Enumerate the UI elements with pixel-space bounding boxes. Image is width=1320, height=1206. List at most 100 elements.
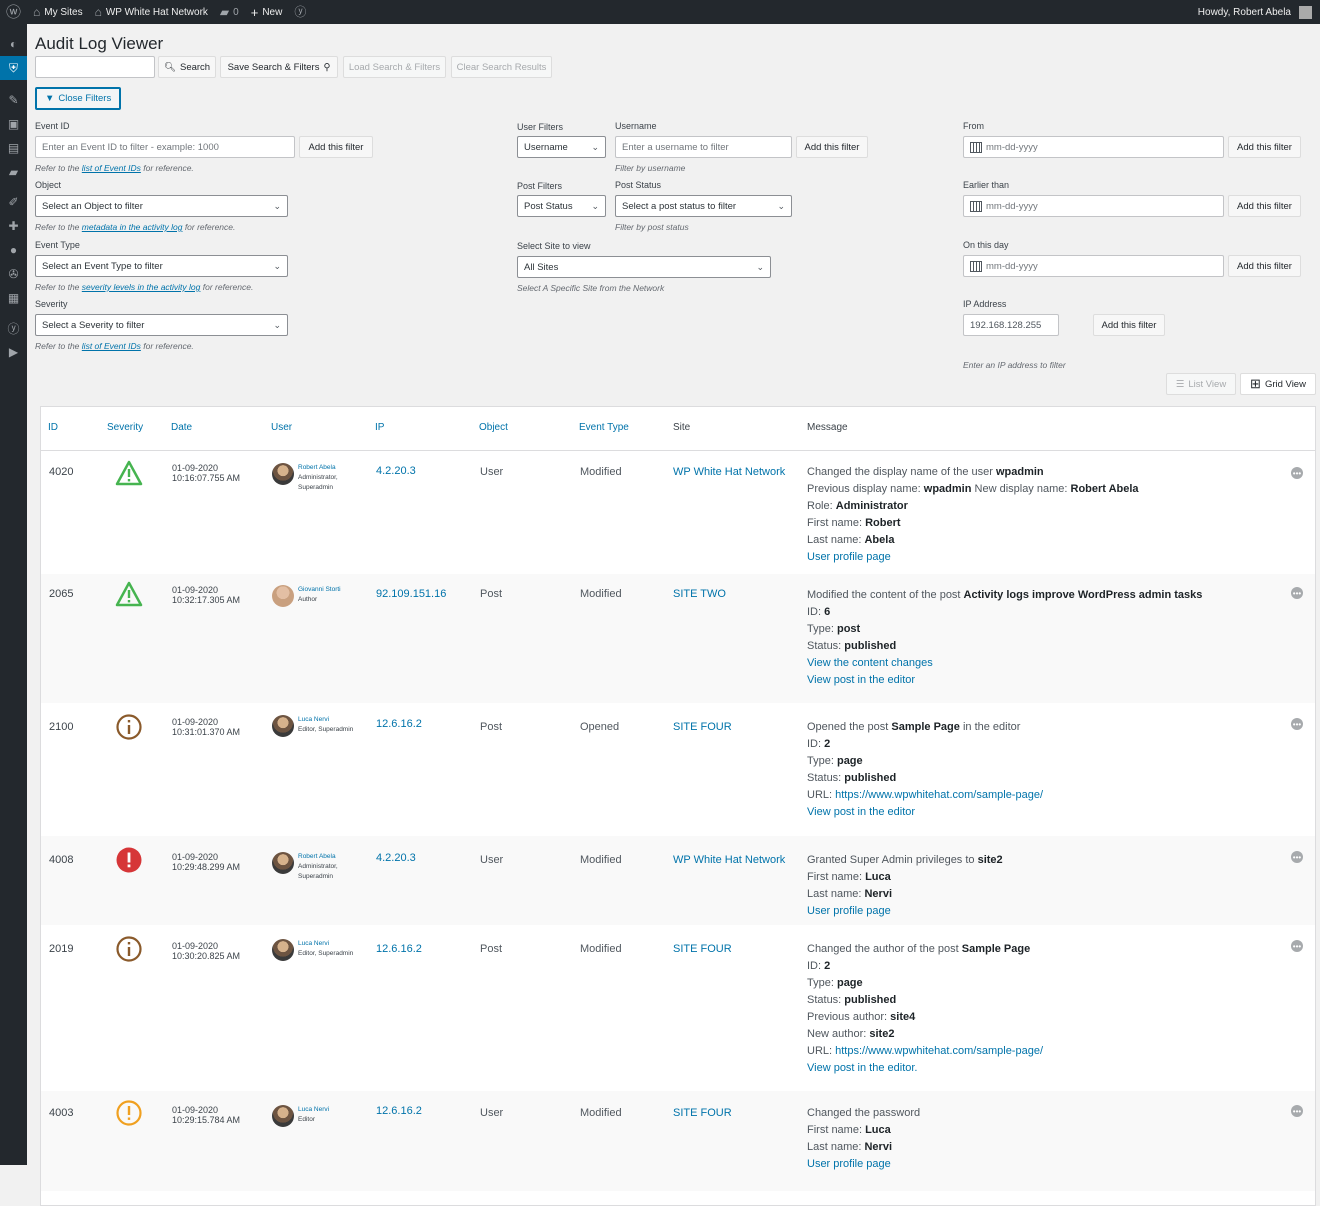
appearance-icon[interactable]: ✐ — [0, 190, 27, 214]
add-username-filter-button[interactable]: Add this filter — [796, 136, 868, 158]
user-filter-select[interactable]: Username ⌄ — [517, 136, 606, 158]
grid-view-label: Grid View — [1264, 378, 1306, 390]
add-event-id-filter-button[interactable]: Add this filter — [299, 136, 373, 158]
more-options-icon[interactable]: ••• — [1291, 467, 1303, 479]
grid-view-button[interactable]: ⊞ Grid View — [1240, 373, 1316, 395]
more-options-icon[interactable]: ••• — [1291, 1105, 1303, 1117]
post-url-link[interactable]: https://www.wpwhitehat.com/sample-page/ — [835, 1045, 1043, 1057]
new-label: New — [262, 6, 283, 18]
user-profile-link[interactable]: User profile page — [807, 903, 1003, 920]
object-select[interactable]: Select an Object to filter ⌄ — [35, 195, 288, 217]
add-ip-filter-button[interactable]: Add this filter — [1093, 314, 1165, 336]
search-settings-icon: ⚲ — [323, 61, 331, 73]
posts-icon[interactable]: ✎ — [0, 88, 27, 112]
event-site-link[interactable]: SITE FOUR — [673, 943, 732, 955]
comments-icon[interactable]: ▰ — [0, 160, 27, 184]
wordpress-logo-icon[interactable]: ⓦ — [0, 0, 27, 24]
more-options-icon[interactable]: ••• — [1291, 851, 1303, 863]
pages-icon[interactable]: ▤ — [0, 136, 27, 160]
event-ip-link[interactable]: 4.2.20.3 — [376, 852, 416, 864]
post-url-link[interactable]: https://www.wpwhitehat.com/sample-page/ — [835, 789, 1043, 801]
search-input[interactable] — [35, 56, 155, 78]
new-menu[interactable]: + New — [245, 0, 289, 24]
add-on-day-filter-button[interactable]: Add this filter — [1228, 255, 1301, 277]
username-input[interactable]: Enter a username to filter — [615, 136, 792, 158]
view-post-link[interactable]: View post in the editor — [807, 672, 1202, 689]
event-site-link[interactable]: WP White Hat Network — [673, 854, 785, 866]
metadata-link[interactable]: metadata in the activity log — [82, 222, 183, 232]
close-filters-button[interactable]: ▼ Close Filters — [35, 87, 122, 110]
users-icon[interactable]: ● — [0, 238, 27, 262]
more-options-icon[interactable]: ••• — [1291, 940, 1303, 952]
add-earlier-filter-button[interactable]: Add this filter — [1228, 195, 1301, 217]
content-changes-link[interactable]: View the content changes — [807, 655, 1202, 672]
user-name-link[interactable]: Giovanni Storti — [298, 585, 341, 595]
user-name-link[interactable]: Luca Nervi — [298, 715, 353, 725]
col-user[interactable]: User — [271, 422, 292, 433]
dashboard-icon[interactable]: ◐ — [0, 32, 27, 56]
col-event-type[interactable]: Event Type — [579, 422, 629, 433]
event-site-link[interactable]: SITE FOUR — [673, 721, 732, 733]
save-search-button[interactable]: Save Search & Filters ⚲ — [220, 56, 338, 78]
severity-select[interactable]: Select a Severity to filter ⌄ — [35, 314, 288, 336]
collapse-icon[interactable]: ▶ — [0, 340, 27, 364]
ip-address-input[interactable]: 192.168.128.255 — [963, 314, 1059, 336]
settings-icon[interactable]: ▦ — [0, 286, 27, 310]
comments-menu[interactable]: ▰ 0 — [214, 0, 245, 24]
user-name-link[interactable]: Luca Nervi — [298, 1105, 329, 1115]
on-day-date-input[interactable]: mm-dd-yyyy — [963, 255, 1224, 277]
list-view-button[interactable]: ☰ List View — [1166, 373, 1236, 395]
user-profile-link[interactable]: User profile page — [807, 549, 1139, 566]
event-ip-link[interactable]: 12.6.16.2 — [376, 943, 422, 955]
col-id[interactable]: ID — [48, 422, 58, 433]
add-from-filter-button[interactable]: Add this filter — [1228, 136, 1301, 158]
page-title: Audit Log Viewer — [35, 34, 164, 53]
event-ip-link[interactable]: 4.2.20.3 — [376, 465, 416, 477]
comments-count: 0 — [233, 6, 239, 18]
yoast-icon[interactable]: ⓨ — [0, 316, 27, 340]
event-ip-link[interactable]: 12.6.16.2 — [376, 1105, 422, 1117]
user-name-link[interactable]: Robert Abela — [298, 463, 338, 473]
yoast-menu[interactable]: ⓨ — [288, 0, 312, 24]
more-options-icon[interactable]: ••• — [1291, 587, 1303, 599]
view-post-link[interactable]: View post in the editor — [807, 804, 1043, 821]
from-date-input[interactable]: mm-dd-yyyy — [963, 136, 1224, 158]
load-search-button[interactable]: Load Search & Filters — [343, 56, 446, 78]
user-name-link[interactable]: Luca Nervi — [298, 939, 353, 949]
tools-icon[interactable]: ✇ — [0, 262, 27, 286]
view-post-link[interactable]: View post in the editor. — [807, 1060, 1043, 1077]
col-site: Site — [673, 422, 691, 433]
event-type-select[interactable]: Select an Event Type to filter ⌄ — [35, 255, 288, 277]
post-filter-select[interactable]: Post Status ⌄ — [517, 195, 606, 217]
clear-search-button[interactable]: Clear Search Results — [451, 56, 552, 78]
plugins-icon[interactable]: ✚ — [0, 214, 27, 238]
more-options-icon[interactable]: ••• — [1291, 718, 1303, 730]
my-sites-menu[interactable]: ⌂ My Sites — [27, 0, 89, 24]
event-id-input[interactable]: Enter an Event ID to filter - example: 1… — [35, 136, 295, 158]
col-object[interactable]: Object — [479, 422, 508, 433]
col-severity[interactable]: Severity — [107, 422, 143, 433]
earlier-date-input[interactable]: mm-dd-yyyy — [963, 195, 1224, 217]
event-object: User — [480, 466, 504, 478]
event-ip-link[interactable]: 92.109.151.16 — [376, 588, 446, 600]
event-ids-link[interactable]: list of Event IDs — [82, 163, 141, 173]
site-select[interactable]: All Sites ⌄ — [517, 256, 771, 278]
event-ip-link[interactable]: 12.6.16.2 — [376, 718, 422, 730]
col-date[interactable]: Date — [171, 422, 192, 433]
event-date: 01-09-2020 10:29:48.299 AM — [172, 852, 241, 872]
post-status-select[interactable]: Select a post status to filter ⌄ — [615, 195, 792, 217]
account-menu[interactable]: Howdy, Robert Abela — [1192, 0, 1320, 24]
col-ip[interactable]: IP — [375, 422, 384, 433]
event-ids-link-2[interactable]: list of Event IDs — [82, 341, 141, 351]
event-site-link[interactable]: SITE FOUR — [673, 1107, 732, 1119]
media-icon[interactable]: ▣ — [0, 112, 27, 136]
event-site-link[interactable]: SITE TWO — [673, 588, 726, 600]
network-menu[interactable]: ⌂ WP White Hat Network — [89, 0, 214, 24]
severity-levels-link[interactable]: severity levels in the activity log — [82, 282, 201, 292]
user-name-link[interactable]: Robert Abela — [298, 852, 338, 862]
event-id: 4003 — [49, 1107, 74, 1119]
event-site-link[interactable]: WP White Hat Network — [673, 466, 785, 478]
activity-log-icon[interactable]: ⛨ — [0, 56, 27, 80]
search-button[interactable]: 🔍︎ Search — [158, 56, 216, 78]
event-id-hint: Refer to the list of Event IDs for refer… — [35, 163, 194, 173]
